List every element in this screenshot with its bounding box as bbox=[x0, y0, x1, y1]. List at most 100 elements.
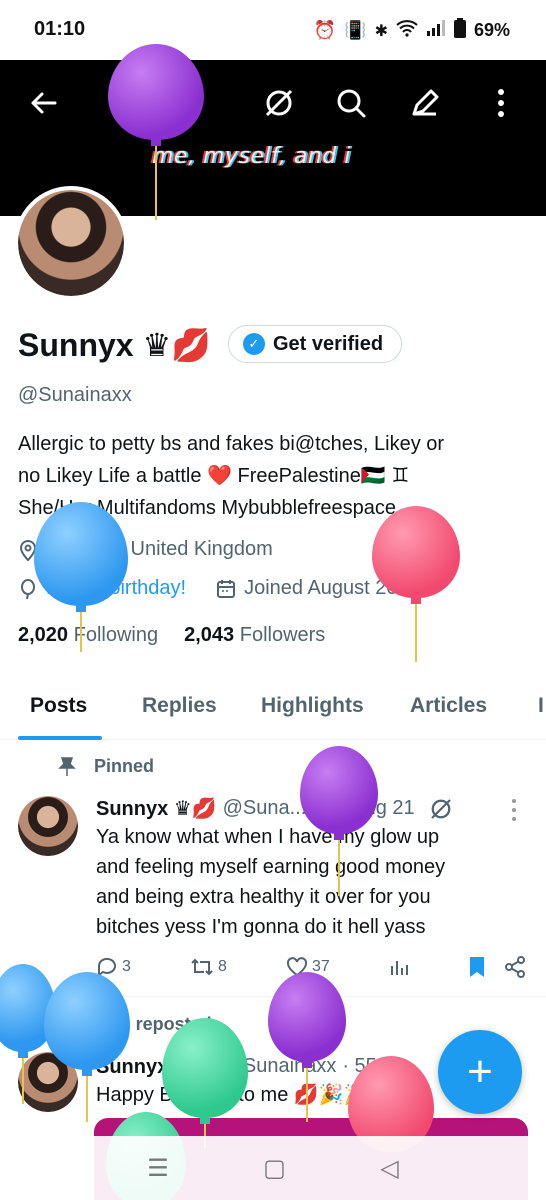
grok-icon bbox=[265, 89, 293, 117]
retweet-icon bbox=[59, 1016, 79, 1033]
tab-posts[interactable]: Posts bbox=[30, 694, 87, 718]
more-button[interactable] bbox=[478, 80, 524, 126]
compose-button[interactable]: + bbox=[438, 1030, 522, 1114]
tweet-author-handle[interactable]: @Suna... bbox=[223, 797, 307, 820]
tweet-line: and feeling myself earning good money bbox=[96, 856, 446, 878]
like-button[interactable]: 37 bbox=[286, 957, 330, 977]
wifi-icon bbox=[396, 19, 418, 42]
tab-replies[interactable]: Replies bbox=[142, 694, 217, 718]
verified-badge-icon: ✓ bbox=[243, 333, 265, 355]
balloon-icon bbox=[21, 578, 35, 599]
tweet-time: · 17 Aug 21 bbox=[312, 797, 415, 819]
profile-bio: Allergic to petty bs and fakes bi@tches,… bbox=[18, 428, 534, 524]
banner-text: me, myself, and i bbox=[152, 144, 351, 169]
more-vertical-icon bbox=[498, 89, 504, 117]
tweet-author-name[interactable]: Sunnyx ♛💋 bbox=[96, 796, 217, 821]
bio-line: Allergic to petty bs and fakes bi@tches,… bbox=[18, 433, 445, 455]
birthday-row: Happy birthday! Joined August 2012 › bbox=[18, 577, 440, 600]
status-time: 01:10 bbox=[34, 18, 86, 40]
following-label: Following bbox=[73, 624, 159, 646]
vibrate-icon: 📳 bbox=[344, 20, 367, 40]
reply-icon bbox=[97, 957, 116, 977]
reply-button[interactable]: 3 bbox=[96, 957, 131, 977]
profile-tabs: Posts Replies Highlights Articles I bbox=[0, 688, 546, 740]
like-count: 37 bbox=[312, 958, 330, 975]
edit-icon bbox=[412, 89, 439, 116]
pinned-label-row: Pinned bbox=[58, 756, 154, 777]
tweet-line: bitches yess I'm gonna do it hell yass bbox=[96, 916, 426, 938]
status-icons: ⏰ 📳 ✱ 69% bbox=[314, 18, 510, 43]
tweet-more-icon[interactable] bbox=[510, 798, 518, 822]
joined-text: Joined August 2012 bbox=[244, 577, 420, 599]
tweet-line: and being extra healthy it over for you bbox=[96, 886, 431, 908]
grok-icon[interactable] bbox=[429, 797, 453, 821]
battery-percent: 69% bbox=[473, 20, 510, 40]
followers-link[interactable]: 2,043 Followers bbox=[184, 624, 325, 647]
birthday-link[interactable]: Happy birthday! bbox=[46, 577, 186, 600]
battery-icon bbox=[453, 18, 466, 43]
share-icon[interactable] bbox=[504, 956, 526, 978]
reposted-label-row: You reposted bbox=[58, 1014, 212, 1035]
tab-more[interactable]: I bbox=[538, 694, 544, 718]
following-count: 2,020 bbox=[18, 624, 69, 646]
heart-icon bbox=[286, 957, 308, 977]
tweet-author-name[interactable]: Sunnyx ♛💋 bbox=[96, 1054, 217, 1079]
alarm-icon: ⏰ bbox=[313, 20, 337, 40]
pinned-label: Pinned bbox=[94, 756, 155, 776]
profile-handle: @Sunainaxx bbox=[18, 384, 132, 406]
tweet-line: Ya know what when I have my glow up bbox=[96, 826, 440, 848]
status-bar: 01:10 ⏰ 📳 ✱ 69% bbox=[0, 0, 546, 60]
recent-apps-button[interactable]: ☰ bbox=[147, 1154, 169, 1183]
tweet-header: Sunnyx ♛💋 @Suna... · 17 Aug 21 bbox=[96, 796, 453, 821]
grok-button[interactable] bbox=[256, 80, 302, 126]
retweet-button[interactable]: 8 bbox=[190, 957, 227, 977]
bio-line: no Likey Life a battle ❤️ FreePalestine🇵… bbox=[18, 465, 410, 487]
tweet-time: · 55m bbox=[342, 1055, 394, 1077]
avatar-image bbox=[18, 796, 78, 856]
reply-count: 3 bbox=[122, 958, 131, 975]
tweet-avatar[interactable] bbox=[18, 1052, 78, 1112]
bio-line: She/Her Multifandoms Mybubblefreespace bbox=[18, 497, 396, 519]
chevron-right-icon[interactable]: › bbox=[434, 577, 441, 600]
bluetooth-icon: ✱ bbox=[374, 22, 388, 40]
profile-avatar[interactable] bbox=[14, 186, 128, 300]
location-pin-icon bbox=[19, 539, 37, 561]
signal-icon bbox=[426, 19, 446, 42]
bookmark-icon[interactable] bbox=[468, 956, 486, 978]
tab-highlights[interactable]: Highlights bbox=[261, 694, 364, 718]
location-text: England, United Kingdom bbox=[46, 538, 273, 560]
followers-label: Followers bbox=[239, 624, 326, 646]
tweet-divider bbox=[0, 996, 546, 997]
calendar-icon bbox=[217, 579, 236, 598]
retweet-count: 8 bbox=[218, 958, 227, 975]
tweet-header: Sunnyx ♛💋 @Sunainaxx · 55m bbox=[96, 1054, 393, 1079]
search-icon bbox=[337, 89, 366, 118]
home-button[interactable]: ▢ bbox=[263, 1154, 286, 1183]
get-verified-label: Get verified bbox=[273, 332, 384, 355]
tweet-avatar[interactable] bbox=[18, 796, 78, 856]
search-button[interactable] bbox=[328, 80, 374, 126]
active-tab-indicator bbox=[18, 736, 102, 740]
back-button[interactable] bbox=[20, 80, 66, 126]
tweet-actions: 3 8 37 bbox=[96, 956, 526, 978]
back-arrow-icon bbox=[31, 92, 57, 114]
retweet-icon bbox=[191, 958, 213, 976]
get-verified-button[interactable]: ✓ Get verified bbox=[228, 325, 403, 363]
pin-icon bbox=[58, 756, 76, 776]
tweet-author-handle[interactable]: @Sunainaxx bbox=[223, 1055, 337, 1078]
reposted-label: You reposted bbox=[98, 1014, 212, 1034]
tab-articles[interactable]: Articles bbox=[410, 694, 487, 718]
location-row: England, United Kingdom bbox=[18, 538, 273, 561]
tweet-text: Ya know what when I have my glow up and … bbox=[96, 822, 536, 942]
views-button[interactable] bbox=[389, 957, 409, 977]
back-system-button[interactable]: ◁ bbox=[380, 1154, 398, 1183]
tweet-text: Happy Birthday to me 💋🎉🎉 bbox=[96, 1084, 369, 1106]
followers-count: 2,043 bbox=[184, 624, 235, 646]
tweet-extra-actions bbox=[468, 956, 526, 978]
edit-button[interactable] bbox=[402, 80, 448, 126]
analytics-icon bbox=[390, 961, 408, 975]
following-link[interactable]: 2,020 Following bbox=[18, 624, 158, 647]
system-nav-bar: ☰ ▢ ◁ bbox=[0, 1136, 546, 1200]
follow-counts: 2,020 Following 2,043 Followers bbox=[18, 624, 325, 647]
avatar-image bbox=[18, 1052, 78, 1112]
